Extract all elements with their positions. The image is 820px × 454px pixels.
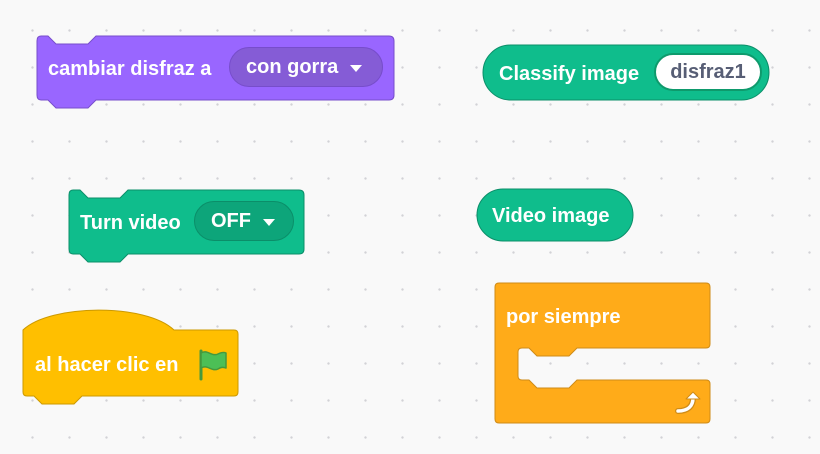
dropdown-arrow-icon — [350, 64, 363, 72]
classify-image-input[interactable]: disfraz1 — [654, 53, 762, 91]
change-costume-label: cambiar disfraz a — [48, 58, 212, 80]
when-flag-clicked-block[interactable]: al hacer clic en — [22, 308, 242, 412]
turn-video-label: Turn video — [80, 212, 181, 234]
dropdown-arrow-icon — [263, 218, 275, 226]
costume-dropdown-value: con gorra — [246, 55, 339, 78]
turn-video-block[interactable]: Turn video OFF — [68, 189, 308, 269]
loop-arrow-icon — [675, 391, 701, 414]
when-flag-clicked-label: al hacer clic en — [35, 354, 179, 376]
classify-image-block[interactable]: Classify image disfraz1 — [482, 44, 772, 102]
video-image-label: Video image — [492, 205, 610, 227]
costume-dropdown[interactable]: con gorra — [229, 47, 383, 87]
video-image-block[interactable]: Video image — [476, 188, 636, 244]
scripts-canvas: cambiar disfraz a con gorra Classify ima… — [0, 0, 820, 454]
classify-image-label: Classify image — [499, 63, 640, 85]
classify-image-input-value: disfraz1 — [670, 60, 746, 83]
forever-block[interactable]: por siempre — [494, 282, 714, 427]
change-costume-block[interactable]: cambiar disfraz a con gorra — [36, 35, 396, 111]
video-state-dropdown[interactable]: OFF — [194, 201, 294, 241]
forever-label: por siempre — [506, 306, 621, 328]
video-state-dropdown-value: OFF — [211, 209, 251, 232]
green-flag-icon — [199, 349, 227, 381]
